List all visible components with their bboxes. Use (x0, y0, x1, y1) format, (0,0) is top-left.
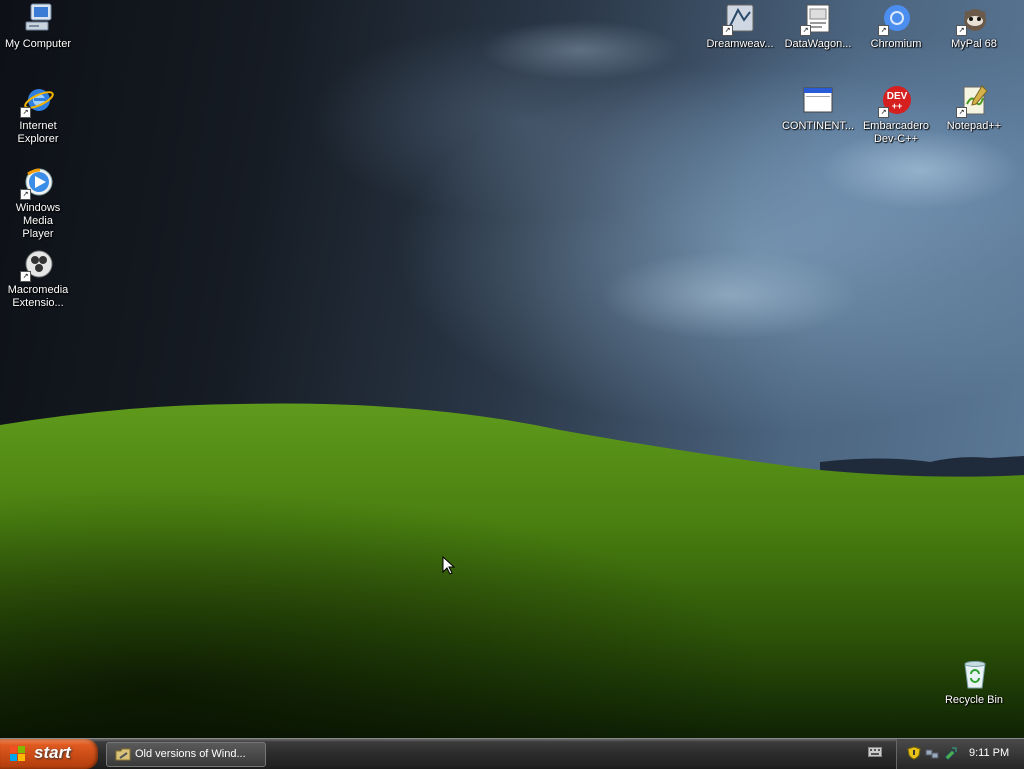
desktop-icon-label: Embarcadero Dev-C++ (862, 120, 930, 145)
safely-remove-icon[interactable] (943, 746, 957, 760)
taskbar-button-label: Old versions of Wind... (135, 748, 246, 760)
continent-window-icon (802, 84, 834, 116)
keyboard-icon[interactable] (868, 747, 882, 757)
chromium-icon: ↗ (878, 2, 912, 36)
desktop-icon-macromedia-extension[interactable]: ↗ Macromedia Extensio... (0, 248, 76, 310)
desktop-icon-label: Windows Media Player (15, 202, 61, 240)
computer-icon (22, 2, 54, 34)
devcpp-icon: DEV ++ ↗ (878, 84, 912, 118)
svg-text:++: ++ (892, 101, 903, 111)
datawagon-icon: ↗ (800, 2, 834, 36)
desktop-icon-continent[interactable]: CONTINENT... (780, 84, 856, 133)
shortcut-arrow-icon: ↗ (878, 107, 889, 118)
desktop-wallpaper: My Computer ↗ Internet Explorer ↗ Window… (0, 0, 1024, 738)
taskbar-button-old-versions[interactable]: Old versions of Wind... (106, 742, 266, 767)
taskbar-clock[interactable]: 9:11 PM (969, 747, 1009, 759)
desktop-icon-label: Chromium (870, 38, 922, 50)
shortcut-arrow-icon: ↗ (878, 25, 889, 36)
desktop-icon-label: CONTINENT... (781, 120, 855, 132)
start-button[interactable]: start (0, 739, 98, 769)
recycle-bin-icon (958, 658, 990, 690)
desktop-icon-label: My Computer (4, 38, 72, 50)
desktop-icon-datawagon[interactable]: ↗ DataWagon... (780, 2, 856, 51)
desktop-icon-recycle-bin[interactable]: Recycle Bin (936, 658, 1012, 707)
security-shield-icon[interactable] (907, 746, 921, 760)
windows-flag-icon (10, 746, 25, 761)
shortcut-arrow-icon: ↗ (722, 25, 733, 36)
desktop-icon-mypal[interactable]: ↗ MyPal 68 (936, 2, 1012, 51)
start-label: start (34, 743, 71, 762)
folder-tools-icon (115, 748, 131, 761)
system-tray: 9:11 PM (896, 739, 1024, 769)
dreamweaver-icon: ↗ (722, 2, 756, 36)
desktop-icon-label: Macromedia Extensio... (7, 284, 69, 309)
internet-explorer-icon: ↗ (20, 84, 54, 118)
shortcut-arrow-icon: ↗ (956, 107, 967, 118)
media-player-icon: ↗ (20, 166, 54, 200)
desktop-icon-dreamweaver[interactable]: ↗ Dreamweav... (702, 2, 778, 51)
desktop-icon-notepadpp[interactable]: ↗ Notepad++ (936, 84, 1012, 133)
desktop-icon-label: DataWagon... (784, 38, 852, 50)
taskbar: start Old versions of Wind... 9:11 PM (0, 738, 1024, 769)
network-icon[interactable] (925, 746, 939, 760)
desktop-icon-label: Notepad++ (946, 120, 1002, 132)
shortcut-arrow-icon: ↗ (956, 25, 967, 36)
macromedia-extension-icon: ↗ (20, 248, 54, 282)
shortcut-arrow-icon: ↗ (800, 25, 811, 36)
desktop-icon-internet-explorer[interactable]: ↗ Internet Explorer (0, 84, 76, 146)
shortcut-arrow-icon: ↗ (20, 271, 31, 282)
desktop-icon-windows-media-player[interactable]: ↗ Windows Media Player (0, 166, 76, 241)
desktop-icon-devcpp[interactable]: DEV ++ ↗ Embarcadero Dev-C++ (858, 84, 934, 146)
mypal-icon: ↗ (956, 2, 990, 36)
shortcut-arrow-icon: ↗ (20, 189, 31, 200)
shortcut-arrow-icon: ↗ (20, 107, 31, 118)
desktop-icon-my-computer[interactable]: My Computer (0, 2, 76, 51)
desktop-icon-label: Recycle Bin (944, 694, 1004, 706)
desktop-icon-label: Dreamweav... (706, 38, 774, 50)
desktop-icon-label: Internet Explorer (17, 120, 59, 145)
desktop-icon-label: MyPal 68 (951, 38, 997, 50)
notepadpp-icon: ↗ (956, 84, 990, 118)
desktop-icon-chromium[interactable]: ↗ Chromium (858, 2, 934, 51)
mouse-cursor-icon (442, 556, 456, 575)
